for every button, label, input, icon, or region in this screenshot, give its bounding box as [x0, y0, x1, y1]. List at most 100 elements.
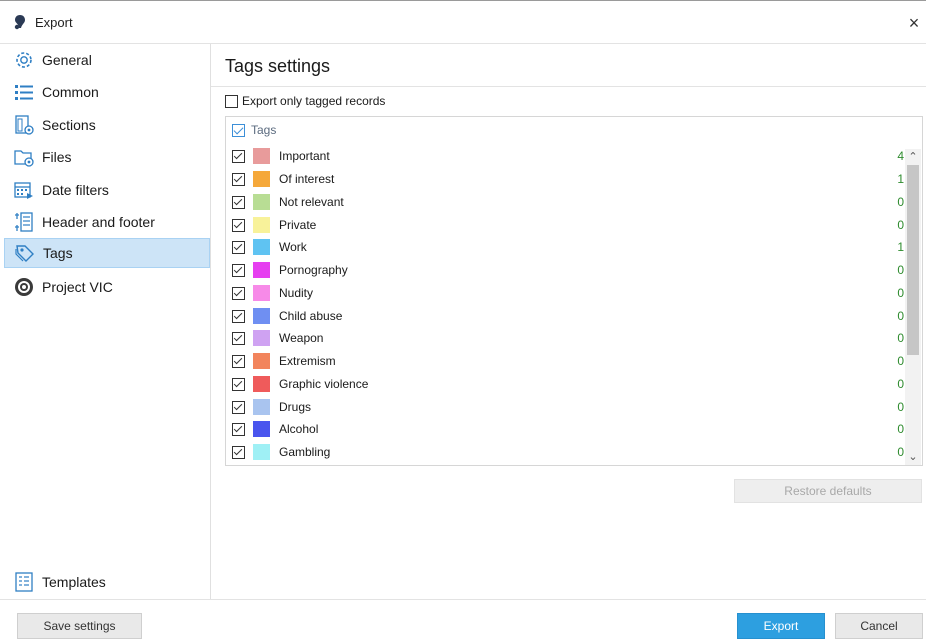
tag-row[interactable]: Pornography 0: [232, 259, 904, 281]
tag-color-swatch: [253, 148, 270, 164]
dialog-footer: Save settings Export Cancel: [0, 599, 926, 644]
tag-row[interactable]: Not relevant 0: [232, 191, 904, 213]
tag-row[interactable]: Important 4: [232, 145, 904, 167]
tag-checkbox[interactable]: [232, 218, 245, 232]
tag-color-swatch: [253, 421, 270, 437]
settings-sidebar: General Common Sections Files Date filte…: [0, 44, 211, 599]
export-button[interactable]: Export: [737, 613, 825, 639]
scroll-up-icon[interactable]: ⌃: [905, 149, 921, 165]
export-dialog: Export × General Common Sections Files D…: [0, 0, 926, 644]
checkbox[interactable]: [225, 94, 238, 108]
tag-color-swatch: [253, 376, 270, 392]
tag-name: Child abuse: [279, 309, 343, 323]
tags-list-header[interactable]: Tags: [232, 123, 276, 137]
tag-checkbox[interactable]: [232, 240, 245, 254]
sidebar-item-general[interactable]: General: [4, 45, 210, 75]
page-title: Tags settings: [225, 56, 331, 76]
tag-row[interactable]: Drugs 0: [232, 396, 904, 418]
app-logo-icon: [12, 14, 28, 30]
tag-checkbox[interactable]: [232, 309, 245, 323]
tag-name: Extremism: [279, 354, 336, 368]
sidebar-item-label: Date filters: [42, 182, 109, 198]
tag-count: 0: [897, 400, 904, 414]
tag-name: Alcohol: [279, 422, 319, 436]
tag-count: 0: [897, 422, 904, 436]
tag-checkbox[interactable]: [232, 354, 245, 368]
sidebar-item-header-and-footer[interactable]: Header and footer: [4, 207, 210, 237]
tag-name: Of interest: [279, 172, 335, 186]
tag-checkbox[interactable]: [232, 263, 245, 277]
sections-icon: [12, 113, 36, 137]
tag-checkbox[interactable]: [232, 422, 245, 436]
tag-row[interactable]: Gambling 0: [232, 441, 904, 463]
tag-icon: [13, 241, 37, 265]
sidebar-item-project-vic[interactable]: Project VIC: [4, 272, 210, 302]
tag-row[interactable]: Work 1: [232, 236, 904, 258]
tag-row[interactable]: Of interest 1: [232, 168, 904, 190]
sidebar-item-label: Common: [42, 84, 99, 100]
sidebar-item-label: Templates: [42, 574, 106, 590]
tag-count: 0: [897, 377, 904, 391]
tag-color-swatch: [253, 285, 270, 301]
tag-name: Important: [279, 149, 330, 163]
tag-count: 0: [897, 263, 904, 277]
tags-header-label: Tags: [251, 123, 277, 137]
sidebar-item-date-filters[interactable]: Date filters: [4, 175, 210, 205]
tag-color-swatch: [253, 239, 270, 255]
tag-row[interactable]: Alcohol 0: [232, 418, 904, 440]
tag-count: 0: [897, 331, 904, 345]
tag-name: Nudity: [279, 286, 314, 300]
tag-row[interactable]: Child abuse 0: [232, 305, 904, 327]
sidebar-item-label: Tags: [43, 245, 73, 261]
files-icon: [12, 145, 36, 169]
tags-scrollbar[interactable]: ⌃ ⌄: [905, 149, 921, 465]
sidebar-item-label: Header and footer: [42, 214, 155, 230]
tag-row[interactable]: Weapon 0: [232, 327, 904, 349]
sidebar-item-tags[interactable]: Tags: [4, 238, 210, 268]
list-icon: [12, 80, 36, 104]
save-settings-button[interactable]: Save settings: [17, 613, 142, 639]
tag-color-swatch: [253, 262, 270, 278]
tag-name: Pornography: [279, 263, 348, 277]
tag-count: 0: [897, 354, 904, 368]
export-only-tagged-label: Export only tagged records: [242, 94, 386, 108]
templates-icon: [12, 570, 36, 594]
tag-name: Drugs: [279, 400, 312, 414]
sidebar-item-files[interactable]: Files: [4, 142, 210, 172]
tag-checkbox[interactable]: [232, 172, 245, 186]
tag-row[interactable]: Extremism 0: [232, 350, 904, 372]
tag-checkbox[interactable]: [232, 286, 245, 300]
tag-name: Work: [279, 240, 307, 254]
tag-checkbox[interactable]: [232, 377, 245, 391]
tag-checkbox[interactable]: [232, 445, 245, 459]
tag-checkbox[interactable]: [232, 400, 245, 414]
tag-checkbox[interactable]: [232, 331, 245, 345]
tag-row[interactable]: Graphic violence 0: [232, 373, 904, 395]
close-icon[interactable]: ×: [902, 9, 926, 37]
scroll-down-icon[interactable]: ⌄: [905, 449, 921, 465]
export-only-tagged-checkbox[interactable]: Export only tagged records: [225, 94, 385, 108]
scrollbar-thumb[interactable]: [907, 165, 919, 355]
select-all-checkbox[interactable]: [232, 123, 245, 137]
sidebar-item-templates[interactable]: Templates: [4, 567, 210, 597]
tag-checkbox[interactable]: [232, 149, 245, 163]
tag-name: Private: [279, 218, 317, 232]
restore-defaults-button[interactable]: Restore defaults: [734, 479, 922, 503]
tag-row[interactable]: Private 0: [232, 214, 904, 236]
tag-row[interactable]: Nudity 0: [232, 282, 904, 304]
tags-list: Tags Important 4 Of interest 1 Not relev…: [225, 116, 923, 466]
tag-color-swatch: [253, 444, 270, 460]
gear-icon: [12, 48, 36, 72]
tag-count: 0: [897, 286, 904, 300]
sidebar-item-label: Files: [42, 149, 72, 165]
title-bar: Export ×: [0, 1, 926, 44]
sidebar-item-sections[interactable]: Sections: [4, 110, 210, 140]
tag-count: 0: [897, 309, 904, 323]
tag-checkbox[interactable]: [232, 195, 245, 209]
tag-color-swatch: [253, 308, 270, 324]
sidebar-item-label: Project VIC: [42, 279, 113, 295]
tag-count: 1: [897, 172, 904, 186]
tag-name: Graphic violence: [279, 377, 369, 391]
sidebar-item-common[interactable]: Common: [4, 77, 210, 107]
cancel-button[interactable]: Cancel: [835, 613, 923, 639]
